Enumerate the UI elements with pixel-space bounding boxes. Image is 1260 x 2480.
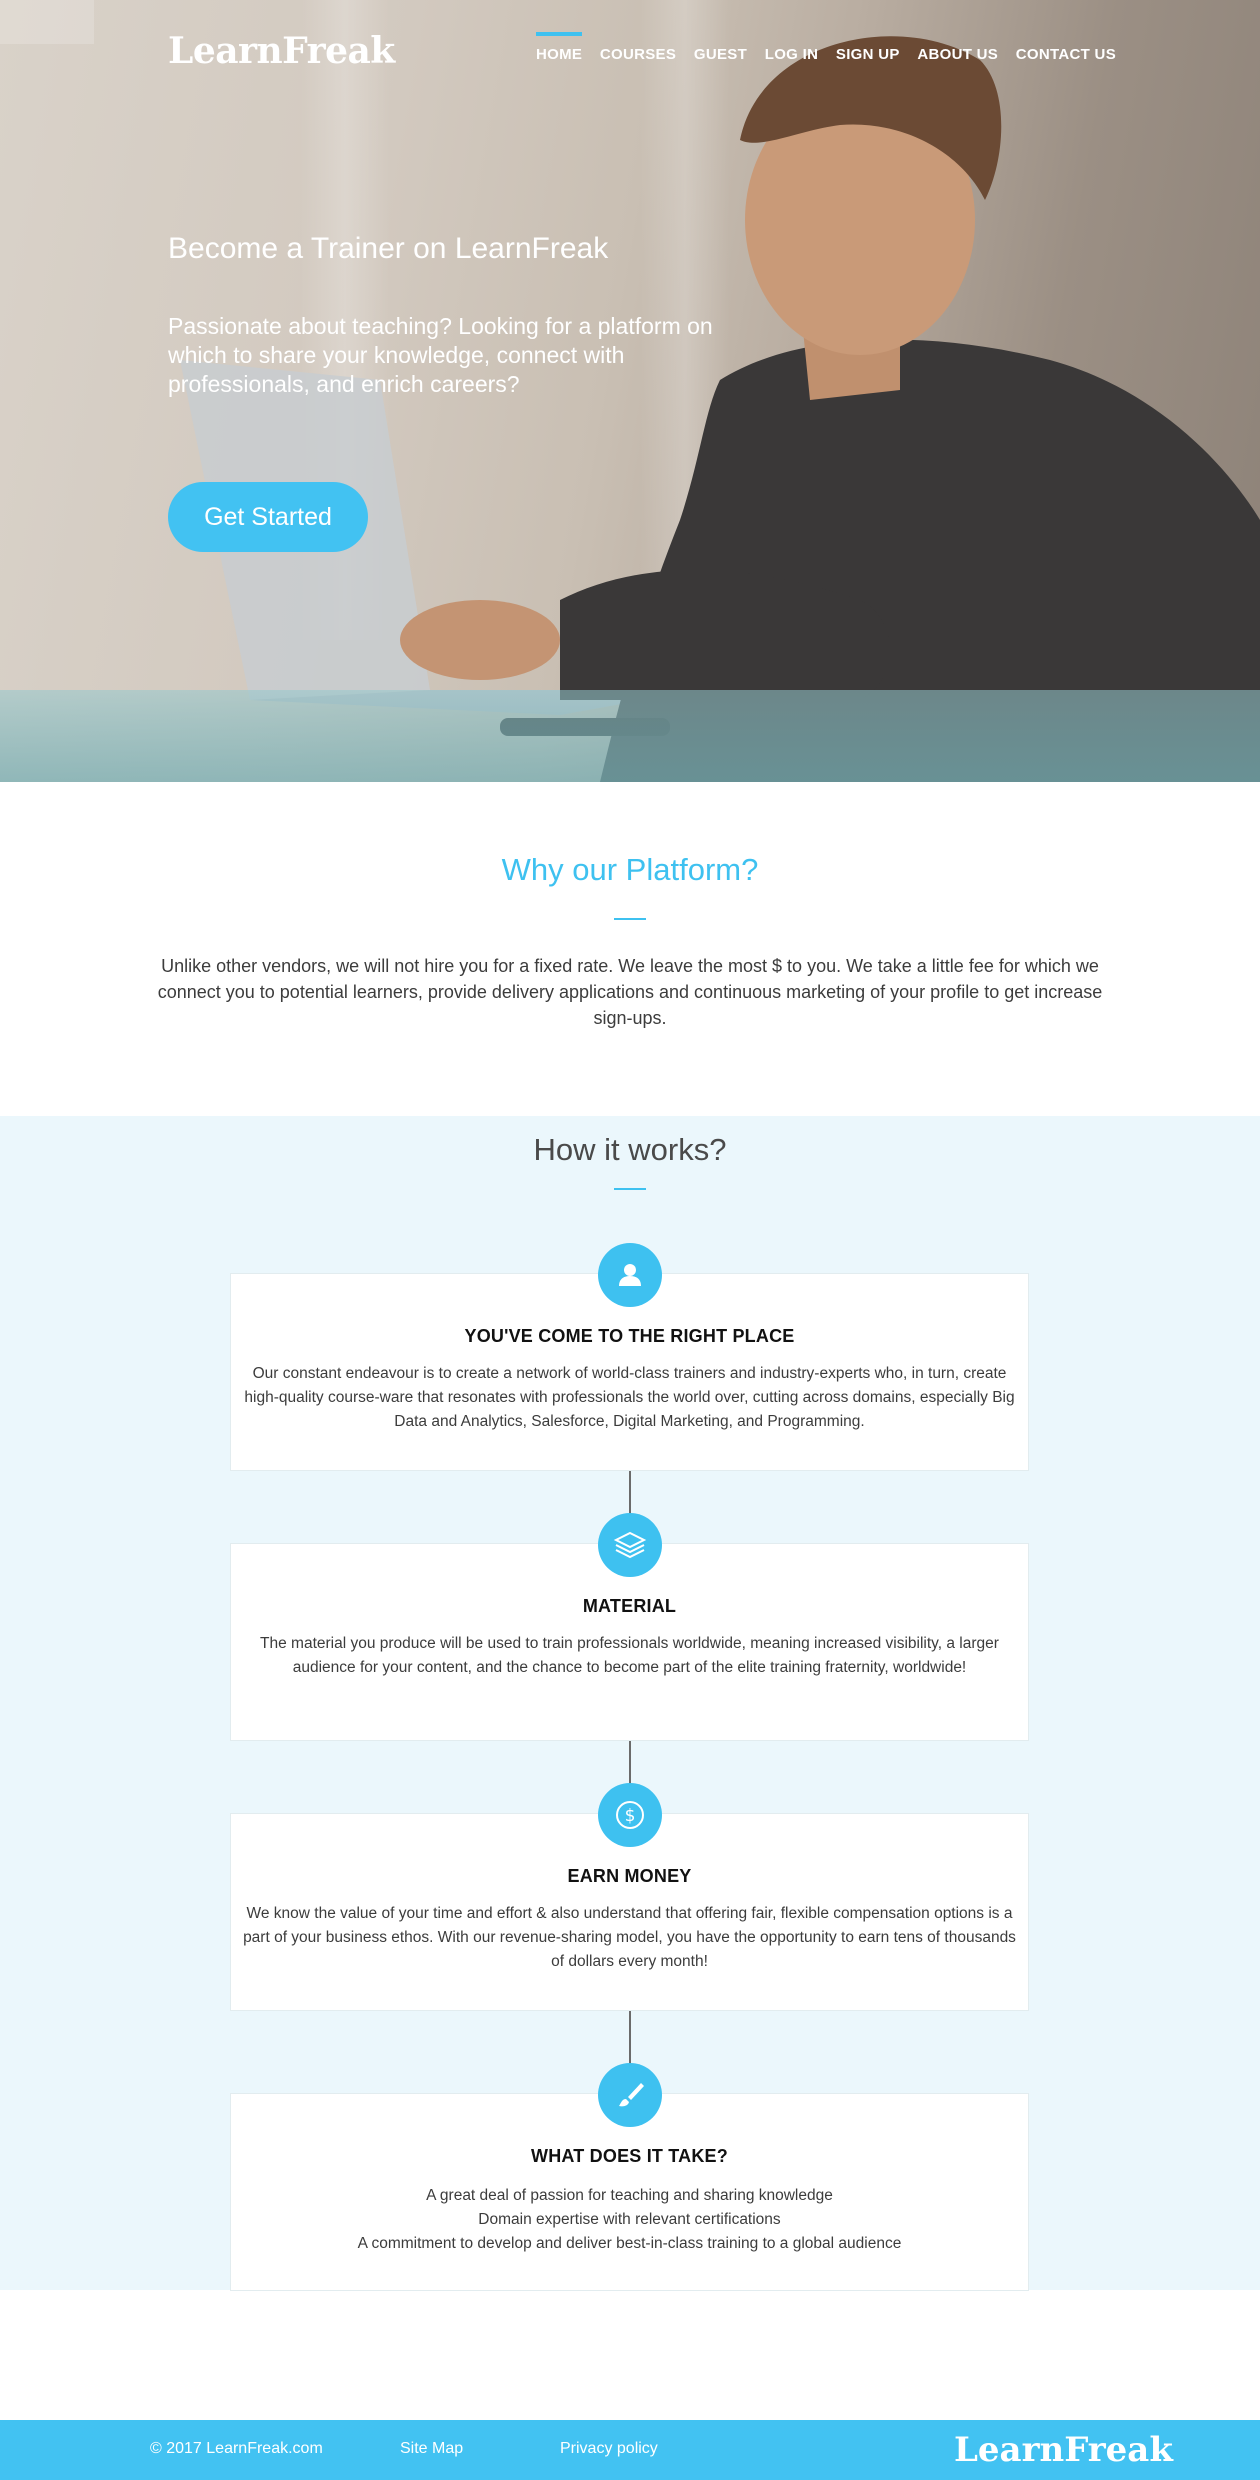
hero-subtitle: Passionate about teaching? Looking for a…	[168, 313, 713, 397]
footer-copyright: © 2017 LearnFreak.com	[150, 2440, 323, 2457]
nav-login[interactable]: LOG IN	[765, 46, 818, 63]
hero-section: LearnFreak HOME COURSES GUEST LOG IN SIG…	[0, 0, 1260, 782]
nav-contact-us[interactable]: CONTACT US	[1016, 46, 1116, 63]
layers-icon	[598, 1513, 662, 1577]
hero-title: Become a Trainer on LearnFreak	[168, 232, 609, 265]
nav-courses[interactable]: COURSES	[600, 46, 676, 63]
list-item: A commitment to develop and deliver best…	[357, 2235, 902, 2252]
get-started-button[interactable]: Get Started	[168, 482, 368, 552]
step-title: WHAT DOES IT TAKE?	[531, 2146, 728, 2166]
how-title-divider	[614, 1188, 646, 1190]
step-title: EARN MONEY	[567, 1866, 692, 1886]
requirements-list: A great deal of passion for teaching and…	[241, 2184, 1018, 2256]
list-item: A great deal of passion for teaching and…	[426, 2187, 833, 2204]
site-footer: © 2017 LearnFreak.com Site Map Privacy p…	[0, 2420, 1260, 2480]
step-connector	[629, 2010, 631, 2070]
step-title: MATERIAL	[582, 1596, 677, 1616]
svg-text:$: $	[625, 1806, 636, 1826]
hero-desk	[0, 690, 1260, 782]
user-icon	[598, 1243, 662, 1307]
nav-guest[interactable]: GUEST	[694, 46, 747, 63]
step-title: YOU'VE COME TO THE RIGHT PLACE	[464, 1326, 795, 1346]
how-section-title: How it works?	[533, 1132, 727, 1167]
site-logo[interactable]: LearnFreak	[168, 30, 395, 72]
main-nav: HOME COURSES GUEST LOG IN SIGN UP ABOUT …	[536, 32, 1116, 63]
nav-signup[interactable]: SIGN UP	[836, 46, 900, 63]
step-text: We know the value of your time and effor…	[243, 1905, 1016, 1970]
dollar-icon: $	[598, 1783, 662, 1847]
step-text: Our constant endeavour is to create a ne…	[244, 1365, 1015, 1430]
nav-home[interactable]: HOME	[536, 32, 583, 63]
why-section-text: Unlike other vendors, we will not hire y…	[157, 956, 1103, 1028]
step-text: The material you produce will be used to…	[260, 1635, 999, 1676]
why-title-divider	[614, 918, 646, 920]
footer-privacy-link[interactable]: Privacy policy	[560, 2440, 658, 2458]
footer-sitemap-link[interactable]: Site Map	[400, 2440, 463, 2458]
nav-about-us[interactable]: ABOUT US	[917, 46, 998, 63]
brush-icon	[598, 2063, 662, 2127]
list-item: Domain expertise with relevant certifica…	[478, 2211, 781, 2228]
why-section-title: Why our Platform?	[501, 852, 759, 887]
footer-logo[interactable]: LearnFreak	[954, 2430, 1173, 2470]
